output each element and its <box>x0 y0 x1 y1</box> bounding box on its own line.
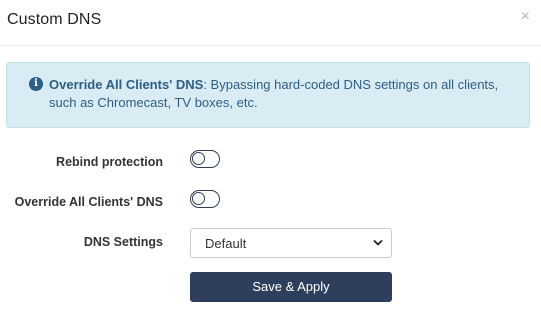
rebind-protection-label: Rebind protection <box>56 155 163 169</box>
override-dns-toggle[interactable] <box>190 190 220 208</box>
alert-strong-text: Override All Clients' DNS <box>49 77 204 92</box>
chevron-down-icon <box>373 240 383 246</box>
dns-settings-value: Default <box>205 236 247 251</box>
dns-settings-select[interactable]: Default <box>190 228 392 258</box>
dns-settings-label: DNS Settings <box>83 235 163 249</box>
save-apply-button[interactable]: Save & Apply <box>190 272 392 302</box>
override-dns-label: Override All Clients' DNS <box>14 195 163 209</box>
override-dns-row: Override All Clients' DNS <box>0 188 541 214</box>
toggle-knob <box>192 192 205 205</box>
rebind-protection-toggle[interactable] <box>190 150 220 168</box>
rebind-protection-row: Rebind protection <box>0 148 541 174</box>
close-button[interactable]: × <box>521 8 530 26</box>
info-alert: i Override All Clients' DNS: Bypassing h… <box>6 62 530 128</box>
modal-header: Custom DNS × <box>0 0 541 46</box>
toggle-knob <box>192 152 205 165</box>
custom-dns-modal: Custom DNS × i Override All Clients' DNS… <box>0 0 541 325</box>
dns-settings-row: DNS Settings Default <box>0 228 541 258</box>
modal-title: Custom DNS <box>7 11 102 28</box>
alert-text: Override All Clients' DNS: Bypassing har… <box>49 76 519 112</box>
info-circle-icon: i <box>29 77 43 91</box>
